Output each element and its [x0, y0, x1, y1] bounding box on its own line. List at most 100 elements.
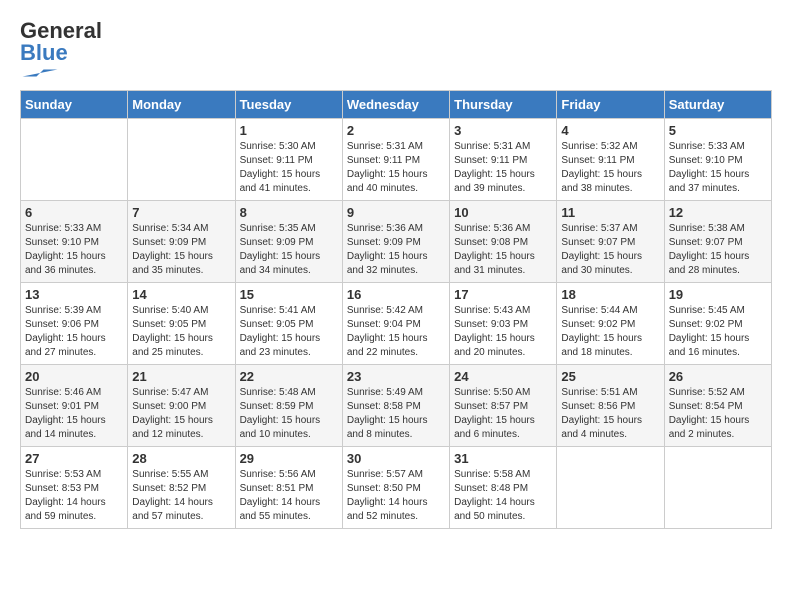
day-info: Sunrise: 5:56 AM Sunset: 8:51 PM Dayligh…: [240, 468, 338, 524]
day-number: 28: [132, 451, 230, 466]
day-cell: 1 Sunrise: 5:30 AM Sunset: 9:11 PM Daylig…: [235, 119, 342, 201]
day-cell: 14 Sunrise: 5:40 AM Sunset: 9:05 PM Dayli…: [128, 283, 235, 365]
calendar-header: SundayMondayTuesdayWednesdayThursdayFrid…: [21, 91, 772, 119]
week-row-4: 20Sunrise: 5:46 AM Sunset: 9:01 PM Dayli…: [21, 365, 772, 447]
day-cell: [664, 447, 771, 529]
day-info: Sunrise: 5:47 AM Sunset: 9:00 PM Dayligh…: [132, 386, 230, 442]
day-cell: 19 Sunrise: 5:45 AM Sunset: 9:02 PM Dayli…: [664, 283, 771, 365]
day-info: Sunrise: 5:58 AM Sunset: 8:48 PM Dayligh…: [454, 468, 552, 524]
day-cell: 28 Sunrise: 5:55 AM Sunset: 8:52 PM Dayli…: [128, 447, 235, 529]
day-number: 30: [347, 451, 445, 466]
day-info: Sunrise: 5:41 AM Sunset: 9:05 PM Dayligh…: [240, 304, 338, 360]
day-info: Sunrise: 5:42 AM Sunset: 9:04 PM Dayligh…: [347, 304, 445, 360]
logo: General Blue: [20, 20, 102, 80]
day-cell: [21, 119, 128, 201]
day-info: Sunrise: 5:33 AM Sunset: 9:10 PM Dayligh…: [25, 222, 123, 278]
day-info: Sunrise: 5:57 AM Sunset: 8:50 PM Dayligh…: [347, 468, 445, 524]
day-cell: 2 Sunrise: 5:31 AM Sunset: 9:11 PM Daylig…: [342, 119, 449, 201]
day-info: Sunrise: 5:34 AM Sunset: 9:09 PM Dayligh…: [132, 222, 230, 278]
day-number: 7: [132, 205, 230, 220]
day-cell: 24 Sunrise: 5:50 AM Sunset: 8:57 PM Dayli…: [450, 365, 557, 447]
day-number: 31: [454, 451, 552, 466]
day-number: 1: [240, 123, 338, 138]
day-info: Sunrise: 5:53 AM Sunset: 8:53 PM Dayligh…: [25, 468, 123, 524]
day-number: 12: [669, 205, 767, 220]
week-row-1: 1 Sunrise: 5:30 AM Sunset: 9:11 PM Daylig…: [21, 119, 772, 201]
week-row-3: 13Sunrise: 5:39 AM Sunset: 9:06 PM Dayli…: [21, 283, 772, 365]
day-cell: 7 Sunrise: 5:34 AM Sunset: 9:09 PM Daylig…: [128, 201, 235, 283]
day-cell: 31 Sunrise: 5:58 AM Sunset: 8:48 PM Dayli…: [450, 447, 557, 529]
day-info: Sunrise: 5:55 AM Sunset: 8:52 PM Dayligh…: [132, 468, 230, 524]
day-cell: 10 Sunrise: 5:36 AM Sunset: 9:08 PM Dayli…: [450, 201, 557, 283]
logo-text: General Blue: [20, 20, 102, 64]
day-cell: 18Sunrise: 5:44 AM Sunset: 9:02 PM Dayli…: [557, 283, 664, 365]
day-number: 19: [669, 287, 767, 302]
day-number: 16: [347, 287, 445, 302]
day-info: Sunrise: 5:31 AM Sunset: 9:11 PM Dayligh…: [454, 140, 552, 196]
week-row-5: 27 Sunrise: 5:53 AM Sunset: 8:53 PM Dayli…: [21, 447, 772, 529]
day-cell: 8Sunrise: 5:35 AM Sunset: 9:09 PM Daylig…: [235, 201, 342, 283]
day-cell: 15 Sunrise: 5:41 AM Sunset: 9:05 PM Dayli…: [235, 283, 342, 365]
calendar-table: SundayMondayTuesdayWednesdayThursdayFrid…: [20, 90, 772, 529]
day-info: Sunrise: 5:43 AM Sunset: 9:03 PM Dayligh…: [454, 304, 552, 360]
header-cell-friday: Friday: [557, 91, 664, 119]
day-number: 15: [240, 287, 338, 302]
day-number: 9: [347, 205, 445, 220]
day-info: Sunrise: 5:49 AM Sunset: 8:58 PM Dayligh…: [347, 386, 445, 442]
header-cell-saturday: Saturday: [664, 91, 771, 119]
day-cell: [128, 119, 235, 201]
day-number: 5: [669, 123, 767, 138]
day-number: 10: [454, 205, 552, 220]
day-cell: 9 Sunrise: 5:36 AM Sunset: 9:09 PM Daylig…: [342, 201, 449, 283]
day-number: 3: [454, 123, 552, 138]
day-info: Sunrise: 5:39 AM Sunset: 9:06 PM Dayligh…: [25, 304, 123, 360]
header-row: SundayMondayTuesdayWednesdayThursdayFrid…: [21, 91, 772, 119]
day-number: 6: [25, 205, 123, 220]
day-cell: 11Sunrise: 5:37 AM Sunset: 9:07 PM Dayli…: [557, 201, 664, 283]
day-info: Sunrise: 5:33 AM Sunset: 9:10 PM Dayligh…: [669, 140, 767, 196]
header: General Blue: [20, 20, 772, 80]
day-number: 2: [347, 123, 445, 138]
day-cell: 4Sunrise: 5:32 AM Sunset: 9:11 PM Daylig…: [557, 119, 664, 201]
day-info: Sunrise: 5:45 AM Sunset: 9:02 PM Dayligh…: [669, 304, 767, 360]
day-number: 14: [132, 287, 230, 302]
day-cell: 21Sunrise: 5:47 AM Sunset: 9:00 PM Dayli…: [128, 365, 235, 447]
day-cell: 27 Sunrise: 5:53 AM Sunset: 8:53 PM Dayli…: [21, 447, 128, 529]
day-info: Sunrise: 5:38 AM Sunset: 9:07 PM Dayligh…: [669, 222, 767, 278]
day-number: 24: [454, 369, 552, 384]
day-cell: 25 Sunrise: 5:51 AM Sunset: 8:56 PM Dayli…: [557, 365, 664, 447]
day-info: Sunrise: 5:30 AM Sunset: 9:11 PM Dayligh…: [240, 140, 338, 196]
day-number: 26: [669, 369, 767, 384]
day-number: 11: [561, 205, 659, 220]
day-cell: 6 Sunrise: 5:33 AM Sunset: 9:10 PM Daylig…: [21, 201, 128, 283]
day-number: 29: [240, 451, 338, 466]
day-info: Sunrise: 5:40 AM Sunset: 9:05 PM Dayligh…: [132, 304, 230, 360]
day-cell: 13Sunrise: 5:39 AM Sunset: 9:06 PM Dayli…: [21, 283, 128, 365]
day-number: 25: [561, 369, 659, 384]
day-info: Sunrise: 5:36 AM Sunset: 9:08 PM Dayligh…: [454, 222, 552, 278]
day-number: 17: [454, 287, 552, 302]
day-cell: 30 Sunrise: 5:57 AM Sunset: 8:50 PM Dayli…: [342, 447, 449, 529]
day-cell: 26Sunrise: 5:52 AM Sunset: 8:54 PM Dayli…: [664, 365, 771, 447]
day-info: Sunrise: 5:32 AM Sunset: 9:11 PM Dayligh…: [561, 140, 659, 196]
header-cell-sunday: Sunday: [21, 91, 128, 119]
day-info: Sunrise: 5:50 AM Sunset: 8:57 PM Dayligh…: [454, 386, 552, 442]
day-cell: 17 Sunrise: 5:43 AM Sunset: 9:03 PM Dayli…: [450, 283, 557, 365]
day-number: 18: [561, 287, 659, 302]
day-number: 27: [25, 451, 123, 466]
day-info: Sunrise: 5:31 AM Sunset: 9:11 PM Dayligh…: [347, 140, 445, 196]
day-cell: 12 Sunrise: 5:38 AM Sunset: 9:07 PM Dayli…: [664, 201, 771, 283]
header-cell-wednesday: Wednesday: [342, 91, 449, 119]
logo-icon: [20, 66, 60, 80]
day-cell: [557, 447, 664, 529]
day-cell: 3 Sunrise: 5:31 AM Sunset: 9:11 PM Daylig…: [450, 119, 557, 201]
day-number: 23: [347, 369, 445, 384]
header-cell-thursday: Thursday: [450, 91, 557, 119]
day-info: Sunrise: 5:35 AM Sunset: 9:09 PM Dayligh…: [240, 222, 338, 278]
day-cell: 22Sunrise: 5:48 AM Sunset: 8:59 PM Dayli…: [235, 365, 342, 447]
calendar-body: 1 Sunrise: 5:30 AM Sunset: 9:11 PM Daylig…: [21, 119, 772, 529]
day-info: Sunrise: 5:51 AM Sunset: 8:56 PM Dayligh…: [561, 386, 659, 442]
day-cell: 23 Sunrise: 5:49 AM Sunset: 8:58 PM Dayli…: [342, 365, 449, 447]
day-info: Sunrise: 5:36 AM Sunset: 9:09 PM Dayligh…: [347, 222, 445, 278]
day-cell: 16 Sunrise: 5:42 AM Sunset: 9:04 PM Dayli…: [342, 283, 449, 365]
